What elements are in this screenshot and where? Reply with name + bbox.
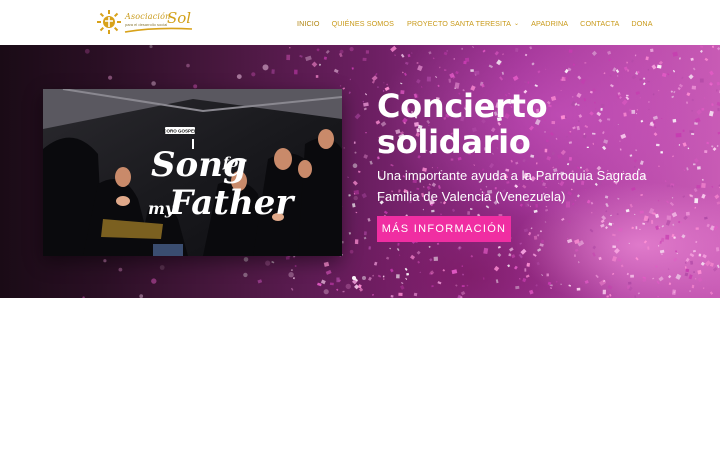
hero-title-line1: Concierto <box>377 87 548 125</box>
nav-item-dona[interactable]: DONA <box>631 19 652 28</box>
logo-big-text: Sol <box>167 9 192 27</box>
nav-item-apadrina[interactable]: APADRINA <box>531 19 568 28</box>
chevron-down-icon: ⌄ <box>514 20 520 27</box>
slider-dot-1[interactable] <box>352 276 356 280</box>
nav-item-label: PROYECTO SANTA TERESITA <box>406 18 511 28</box>
logo-swoosh <box>124 27 193 33</box>
nav-item-label: DONA <box>631 18 653 28</box>
poster-badge: CORO GOSPEL <box>163 129 197 134</box>
hero-title-line2: solidario <box>377 123 531 161</box>
hero-title: Concierto solidario <box>377 88 697 160</box>
site-logo[interactable]: Asociación Sol para el desarrollo social <box>96 8 196 36</box>
sun-logo-icon <box>97 10 121 34</box>
slider-dot-2[interactable] <box>362 276 366 280</box>
poster-line2: for <box>222 155 247 171</box>
nav-item-label: APADRINA <box>531 18 569 28</box>
logo-wordmark: Asociación Sol para el desarrollo social <box>124 9 194 35</box>
nav-item-label: QUIÉNES SOMOS <box>331 18 394 28</box>
slider-pagination <box>352 276 366 280</box>
nav-item-label: CONTACTA <box>580 18 620 28</box>
nav-item-contacta[interactable]: CONTACTA <box>580 19 619 28</box>
choir-photo: CORO GOSPEL Song for my Father <box>43 89 342 256</box>
nav-item-label: INICIO <box>297 18 320 28</box>
logo-small-text: Asociación <box>125 12 171 21</box>
more-info-button[interactable]: MÁS INFORMACIÓN <box>377 216 511 242</box>
main-nav: INICIO QUIÉNES SOMOS PROYECTO SANTA TERE… <box>297 17 653 29</box>
hero-subtitle: Una importante ayuda a la Parroquia Sagr… <box>377 168 647 204</box>
hero-slider: CORO GOSPEL Song for my Father Concierto… <box>0 45 720 298</box>
nav-item-proyecto-santa-teresita[interactable]: PROYECTO SANTA TERESITA ⌄ <box>407 19 519 28</box>
site-header: Asociación Sol para el desarrollo social… <box>0 0 720 45</box>
concert-poster-image: CORO GOSPEL Song for my Father <box>43 89 342 256</box>
nav-item-inicio[interactable]: INICIO <box>297 19 320 28</box>
poster-line4: Father <box>168 183 295 223</box>
nav-item-quienes-somos[interactable]: QUIÉNES SOMOS <box>332 19 394 28</box>
